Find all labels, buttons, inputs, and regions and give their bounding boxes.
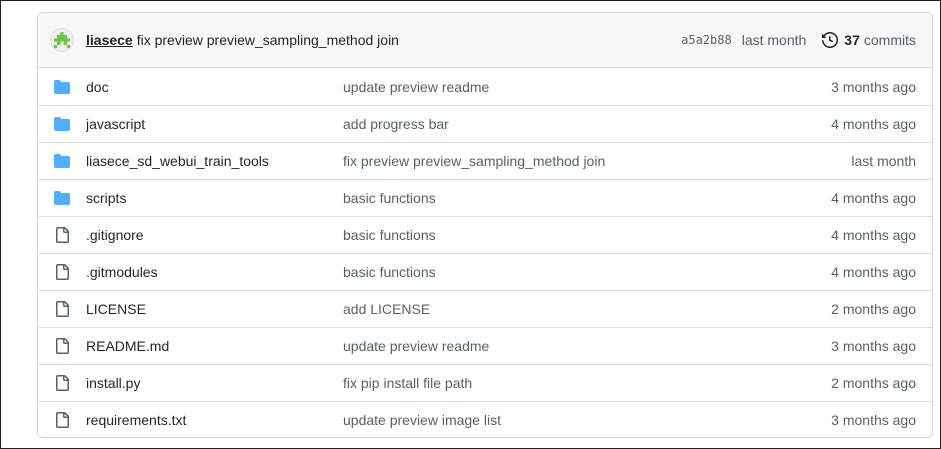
file-commit-age: 2 months ago	[831, 301, 916, 317]
file-name-link[interactable]: liasece_sd_webui_train_tools	[86, 153, 343, 169]
folder-icon	[54, 190, 70, 206]
file-commit-message-link[interactable]: fix pip install file path	[343, 375, 831, 391]
file-commit-message-link[interactable]: basic functions	[343, 227, 831, 243]
file-name-link[interactable]: doc	[86, 79, 343, 95]
history-icon	[822, 32, 839, 48]
commit-time: last month	[741, 32, 807, 48]
file-commit-age: 3 months ago	[831, 412, 916, 428]
file-row[interactable]: README.md update preview readme 3 months…	[38, 327, 932, 364]
file-row[interactable]: liasece_sd_webui_train_tools fix preview…	[38, 142, 932, 179]
file-icon	[54, 301, 70, 317]
folder-icon	[54, 116, 70, 132]
file-row[interactable]: LICENSE add LICENSE 2 months ago	[38, 290, 932, 327]
commit-message-link[interactable]: fix preview preview_sampling_method join	[137, 32, 681, 48]
file-commit-age: 4 months ago	[831, 116, 916, 132]
folder-icon	[54, 153, 70, 169]
file-row[interactable]: requirements.txt update preview image li…	[38, 401, 932, 437]
file-commit-message-link[interactable]: basic functions	[343, 264, 831, 280]
file-icon	[54, 338, 70, 354]
file-name-link[interactable]: install.py	[86, 375, 343, 391]
window-frame: liasece fix preview preview_sampling_met…	[0, 0, 941, 449]
file-name-link[interactable]: requirements.txt	[86, 412, 343, 428]
file-commit-message-link[interactable]: update preview readme	[343, 79, 831, 95]
file-commit-message-link[interactable]: fix preview preview_sampling_method join	[343, 153, 851, 169]
folder-icon	[54, 79, 70, 95]
file-commit-age: 4 months ago	[831, 264, 916, 280]
file-commit-message-link[interactable]: add LICENSE	[343, 301, 831, 317]
commit-sha-link[interactable]: a5a2b88	[681, 33, 732, 47]
file-commit-message-link[interactable]: update preview readme	[343, 338, 831, 354]
file-commit-age: 4 months ago	[831, 190, 916, 206]
file-browser: liasece fix preview preview_sampling_met…	[37, 12, 933, 438]
file-row[interactable]: .gitmodules basic functions 4 months ago	[38, 253, 932, 290]
avatar[interactable]	[50, 28, 74, 52]
file-row[interactable]: .gitignore basic functions 4 months ago	[38, 216, 932, 253]
commits-label: commits	[863, 32, 916, 48]
file-commit-age: 3 months ago	[831, 78, 916, 95]
commits-count: 37	[844, 32, 860, 48]
file-row[interactable]: scripts basic functions 4 months ago	[38, 179, 932, 216]
file-row[interactable]: install.py fix pip install file path 2 m…	[38, 364, 932, 401]
latest-commit-bar: liasece fix preview preview_sampling_met…	[38, 13, 932, 68]
commit-author-link[interactable]: liasece	[86, 32, 133, 48]
file-icon	[54, 264, 70, 280]
file-name-link[interactable]: README.md	[86, 338, 343, 354]
identicon-icon	[54, 32, 70, 48]
file-icon	[54, 375, 70, 391]
file-name-link[interactable]: .gitignore	[86, 227, 343, 243]
file-commit-age: last month	[851, 153, 916, 169]
file-row[interactable]: javascript add progress bar 4 months ago	[38, 105, 932, 142]
file-list: doc update preview readme 3 months ago j…	[38, 68, 932, 437]
file-name-link[interactable]: LICENSE	[86, 301, 343, 317]
file-commit-age: 2 months ago	[831, 375, 916, 391]
file-name-link[interactable]: scripts	[86, 190, 343, 206]
file-icon	[54, 412, 70, 428]
file-name-link[interactable]: .gitmodules	[86, 264, 343, 280]
file-commit-message-link[interactable]: add progress bar	[343, 116, 831, 132]
commits-history-link[interactable]: 37 commits	[822, 32, 916, 48]
file-commit-age: 3 months ago	[831, 338, 916, 354]
file-commit-message-link[interactable]: basic functions	[343, 190, 831, 206]
file-row[interactable]: doc update preview readme 3 months ago	[38, 68, 932, 105]
file-commit-message-link[interactable]: update preview image list	[343, 412, 831, 428]
file-icon	[54, 227, 70, 243]
file-name-link[interactable]: javascript	[86, 116, 343, 132]
file-commit-age: 4 months ago	[831, 227, 916, 243]
